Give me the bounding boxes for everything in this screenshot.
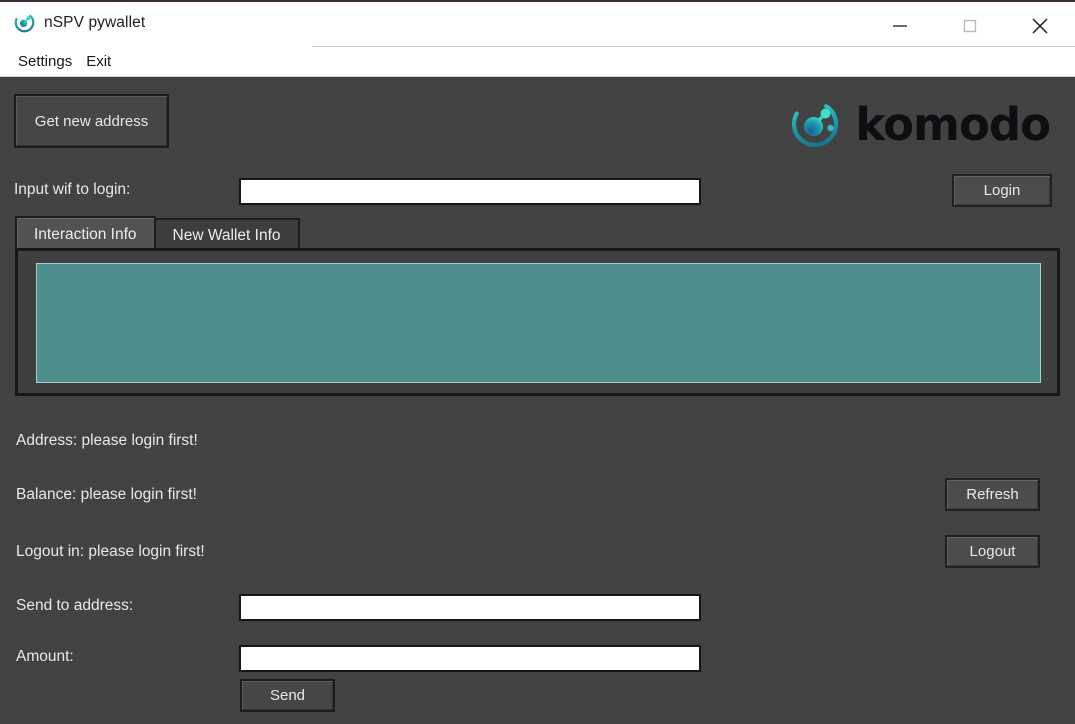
client-area: Get new address komodo Input wif to logi…: [0, 78, 1075, 724]
close-icon: [1032, 17, 1048, 34]
menu-bar: Settings Exit: [0, 47, 1075, 77]
send-to-address-input[interactable]: [239, 594, 701, 621]
menu-item-settings[interactable]: Settings: [11, 53, 79, 70]
amount-input[interactable]: [239, 645, 701, 672]
komodo-brand: komodo: [789, 97, 1051, 151]
get-new-address-button[interactable]: Get new address: [14, 94, 169, 148]
window-title: nSPV pywallet: [44, 13, 146, 31]
address-status: Address: please login first!: [16, 432, 198, 449]
login-button[interactable]: Login: [952, 174, 1052, 207]
komodo-logo-icon: [792, 100, 839, 148]
refresh-button[interactable]: Refresh: [945, 478, 1040, 511]
logout-button-label: Logout: [969, 543, 1016, 560]
tab-new-wallet-info-label: New Wallet Info: [172, 226, 281, 244]
application-window: nSPV pywallet Settings Exit Get new addr…: [0, 0, 1075, 724]
refresh-button-label: Refresh: [966, 486, 1019, 503]
window-controls: [865, 2, 1075, 49]
get-new-address-label: Get new address: [34, 112, 149, 130]
send-button-label: Send: [269, 687, 306, 704]
interaction-console[interactable]: [36, 263, 1041, 383]
logout-button[interactable]: Logout: [945, 535, 1040, 568]
logout-in-status: Logout in: please login first!: [16, 543, 205, 560]
login-button-label: Login: [983, 182, 1021, 199]
send-to-address-label: Send to address:: [16, 597, 134, 614]
menu-item-exit[interactable]: Exit: [79, 53, 118, 70]
title-bar-left: nSPV pywallet: [14, 12, 145, 33]
minimize-icon: [893, 24, 907, 27]
wif-login-label: Input wif to login:: [14, 181, 131, 198]
maximize-button[interactable]: [935, 2, 1005, 49]
wif-login-input[interactable]: [239, 178, 701, 205]
maximize-icon: [963, 19, 977, 32]
send-button[interactable]: Send: [240, 679, 335, 712]
title-bar: nSPV pywallet: [0, 0, 1075, 49]
close-button[interactable]: [1005, 2, 1075, 49]
tab-new-wallet-info[interactable]: New Wallet Info: [153, 218, 300, 251]
komodo-circle-icon: [14, 12, 35, 33]
balance-status: Balance: please login first!: [16, 486, 197, 503]
komodo-wordmark: komodo: [855, 97, 1051, 151]
tab-strip: Interaction Info New Wallet Info: [15, 216, 300, 251]
tab-interaction-info[interactable]: Interaction Info: [15, 216, 156, 251]
tab-interaction-info-label: Interaction Info: [34, 225, 137, 243]
amount-label: Amount:: [16, 648, 74, 665]
tab-content-panel: [15, 248, 1060, 396]
minimize-button[interactable]: [865, 2, 935, 49]
